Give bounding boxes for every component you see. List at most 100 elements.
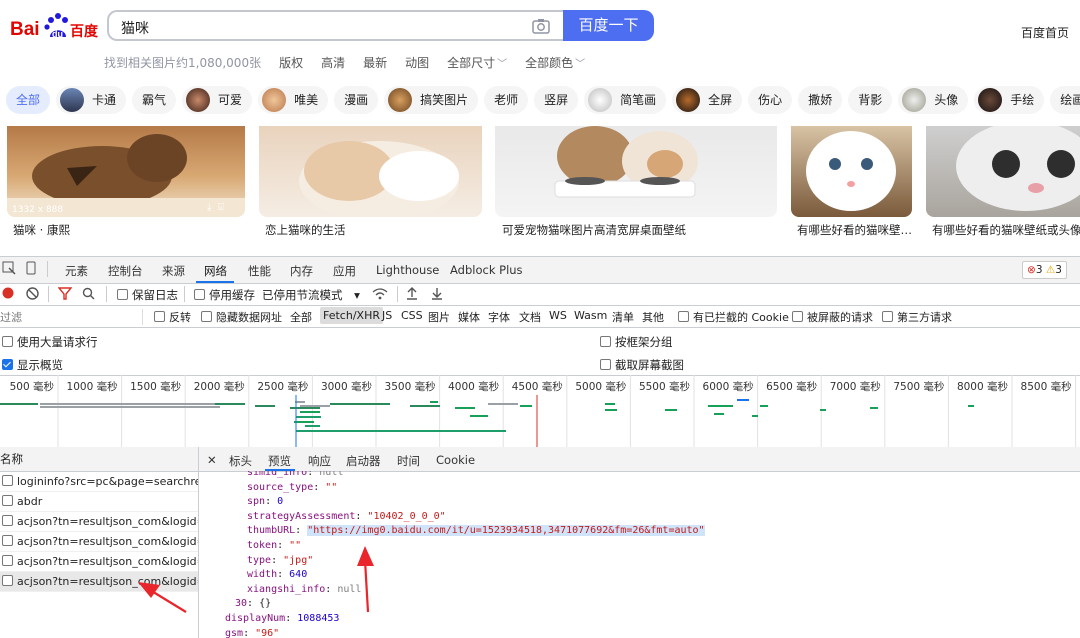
clear-icon[interactable] [26,287,39,303]
tab-application[interactable]: 应用 [333,263,356,279]
json-line[interactable]: thumbURL: "https://img0.baidu.com/it/u=1… [247,524,705,539]
third-party-checkbox[interactable]: 第三方请求 [882,309,952,325]
network-conditions-icon[interactable] [372,287,388,303]
hide-data-urls-checkbox[interactable]: 隐藏数据网址 [201,309,282,325]
type-filter-doc[interactable]: 文档 [519,309,541,325]
tab-sources[interactable]: 来源 [162,263,185,279]
capture-screenshots-checkbox[interactable]: 截取屏幕截图 [600,357,684,373]
type-filter-manifest[interactable]: 清单 [612,309,634,325]
request-row[interactable]: acjson?tn=resultjson_com&logid=1… [0,512,198,532]
chip-funny[interactable]: 搞笑图片 [384,86,479,114]
filter-animated[interactable]: 动图 [405,54,429,72]
chip-sketch[interactable]: 简笔画 [584,86,667,114]
name-column-header[interactable]: 名称 [0,447,198,472]
type-filter-fetch-xhr[interactable]: Fetch/XHR [320,307,383,324]
scan-icon[interactable]: ⌻ [218,202,224,213]
inspect-icon[interactable] [2,261,16,278]
tab-lighthouse[interactable]: Lighthouse [376,263,439,277]
json-line[interactable]: spn: 0 [247,495,283,510]
result-image-2[interactable] [259,126,482,217]
tab-headers[interactable]: 标头 [229,453,252,469]
search-icon[interactable] [82,287,95,303]
result-image-3[interactable] [495,126,777,217]
json-line[interactable]: displayNum: 1088453 [225,612,339,627]
filter-hd[interactable]: 高清 [321,54,345,72]
preserve-log-checkbox[interactable]: 保留日志 [117,287,178,303]
result-image-4[interactable] [791,126,912,217]
json-line[interactable]: strategyAssessment: "10402_0_0_0" [247,510,446,525]
filter-color-dropdown[interactable]: 全部颜色 ﹀ [525,54,585,72]
type-filter-other[interactable]: 其他 [642,309,664,325]
request-row[interactable]: abdr [0,492,198,512]
type-filter-ws[interactable]: WS [549,309,567,322]
result-image-5[interactable] [926,126,1080,217]
baidu-logo[interactable]: Bai du 百度 [10,10,99,42]
image-caption[interactable]: 恋上猫咪的生活 [265,222,346,238]
blocked-cookies-checkbox[interactable]: 有已拦截的 Cookie [678,309,789,325]
image-caption[interactable]: 可爱宠物猫咪图片高清宽屏桌面壁纸 [502,222,686,238]
json-line[interactable]: token: "" [247,539,301,554]
chip-teacher[interactable]: 老师 [484,86,529,114]
tab-initiator[interactable]: 启动器 [346,453,381,469]
request-row[interactable]: acjson?tn=resultjson_com&logid=1… [0,552,198,572]
tab-cookies[interactable]: Cookie [436,453,475,467]
json-line[interactable]: source_type: "" [247,481,337,496]
search-button[interactable]: 百度一下 [563,10,654,41]
record-icon[interactable] [2,287,14,302]
json-preview[interactable]: simid_info: null source_type: "" spn: 0 str… [199,471,1080,638]
download-icon[interactable]: ⤓ [207,202,211,213]
chip-all[interactable]: 全部 [6,86,51,114]
chip-avatar[interactable]: 头像 [898,86,969,114]
tab-timing[interactable]: 时间 [397,453,420,469]
chip-aesthetic[interactable]: 唯美 [258,86,329,114]
type-filter-wasm[interactable]: Wasm [574,309,607,322]
chip-cute[interactable]: 可爱 [182,86,253,114]
filter-size-dropdown[interactable]: 全部尺寸 ﹀ [447,54,507,72]
image-caption[interactable]: 有哪些好看的猫咪壁… [797,222,912,238]
chip-comic[interactable]: 漫画 [334,86,379,114]
request-row[interactable]: acjson?tn=resultjson_com&logid=1… [0,532,198,552]
json-line[interactable]: type: "jpg" [247,554,313,569]
image-caption[interactable]: 猫咪 · 康熙 [13,222,70,238]
import-har-icon[interactable] [406,287,418,303]
chip-hand-drawn[interactable]: 手绘 [974,86,1045,114]
network-overview[interactable]: 500 毫秒 1000 毫秒 1500 毫秒 2000 毫秒 2500 毫秒 3000 毫… [0,375,1080,448]
filter-latest[interactable]: 最新 [363,54,387,72]
tab-adblock[interactable]: Adblock Plus [450,263,523,277]
tab-response[interactable]: 响应 [308,453,331,469]
type-filter-css[interactable]: CSS [401,309,423,322]
filter-input[interactable]: 过滤 [0,309,143,325]
filter-icon[interactable] [57,287,73,303]
filter-copyright[interactable]: 版权 [279,54,303,72]
issues-badge[interactable]: ⊗3 ⚠3 [1022,261,1067,279]
chip-sad[interactable]: 伤心 [748,86,793,114]
json-line[interactable]: xiangshi_info: null [247,583,361,598]
tab-elements[interactable]: 元素 [65,263,88,279]
json-line[interactable]: simid_info: null [247,471,343,481]
blocked-requests-checkbox[interactable]: 被屏蔽的请求 [792,309,873,325]
home-link[interactable]: 百度首页 [1021,24,1069,41]
request-row[interactable]: logininfo?src=pc&page=searchresu… [0,472,198,492]
show-overview-checkbox[interactable]: 显示概览 [2,357,63,373]
chip-portrait[interactable]: 竖屏 [534,86,579,114]
invert-checkbox[interactable]: 反转 [154,309,191,325]
type-filter-js[interactable]: JS [382,309,392,322]
device-toggle-icon[interactable] [24,261,38,278]
type-filter-img[interactable]: 图片 [428,309,450,325]
type-filter-font[interactable]: 字体 [488,309,510,325]
throttle-select[interactable]: 已停用节流模式 ▾ [262,287,360,303]
group-by-frame-checkbox[interactable]: 按框架分组 [600,334,673,350]
tab-network[interactable]: 网络 [204,263,227,279]
tab-preview[interactable]: 预览 [268,453,291,469]
type-filter-media[interactable]: 媒体 [458,309,480,325]
json-line[interactable]: gsm: "96" [225,627,279,638]
request-row[interactable]: acjson?tn=resultjson_com&logid=1… [0,572,198,592]
type-filter-all[interactable]: 全部 [290,309,312,325]
export-har-icon[interactable] [431,287,443,303]
search-input[interactable]: 猫咪 [107,10,564,41]
json-line[interactable]: 30: {} [235,597,271,612]
chip-domineering[interactable]: 霸气 [132,86,177,114]
chip-painting[interactable]: 绘画 [1050,86,1080,114]
chip-cartoon[interactable]: 卡通 [56,86,127,114]
chip-back-view[interactable]: 背影 [848,86,893,114]
